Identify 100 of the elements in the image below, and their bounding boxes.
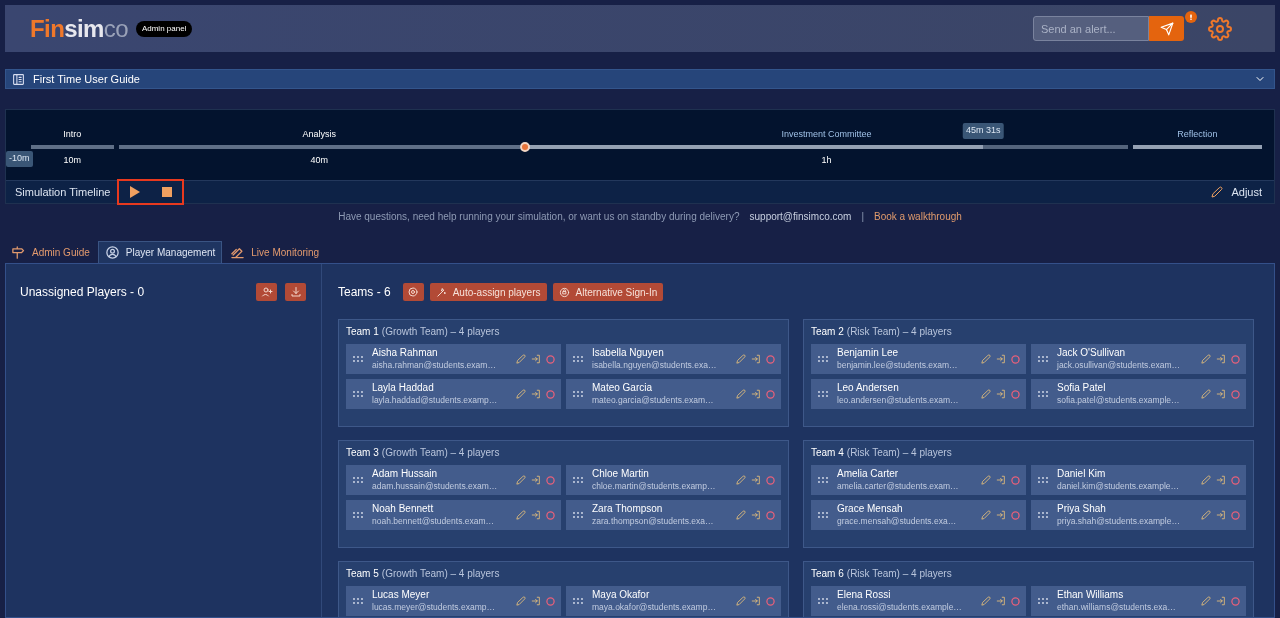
player-card[interactable]: Priya Shah priya.shah@students.example…: [1031, 500, 1246, 530]
player-card[interactable]: Zara Thompson zara.thompson@students.exa…: [566, 500, 781, 530]
edit-icon[interactable]: [981, 389, 991, 399]
drag-handle-icon[interactable]: [573, 512, 583, 518]
player-card[interactable]: Mateo Garcia mateo.garcia@students.exam…: [566, 379, 781, 409]
player-card[interactable]: Jack O'Sullivan jack.osullivan@students.exam…: [1031, 344, 1246, 374]
player-card[interactable]: Leo Andersen leo.andersen@students.exam…: [811, 379, 1026, 409]
stop-button[interactable]: [162, 187, 173, 197]
drag-handle-icon[interactable]: [1038, 512, 1048, 518]
edit-icon[interactable]: [1201, 596, 1211, 606]
sign-in-icon[interactable]: [531, 475, 541, 485]
sign-in-icon[interactable]: [1216, 389, 1226, 399]
player-card[interactable]: Noah Bennett noah.bennett@students.exam…: [346, 500, 561, 530]
drag-handle-icon[interactable]: [573, 477, 583, 483]
edit-icon[interactable]: [1201, 475, 1211, 485]
edit-icon[interactable]: [736, 354, 746, 364]
team-action-button[interactable]: Auto-assign players: [429, 283, 547, 301]
player-card[interactable]: Grace Mensah grace.mensah@students.exa…: [811, 500, 1026, 530]
settings-button[interactable]: [402, 283, 424, 301]
settings-icon[interactable]: [1208, 16, 1232, 41]
player-card[interactable]: Lucas Meyer lucas.meyer@students.examp…: [346, 586, 561, 616]
player-name: Priya Shah: [1057, 503, 1107, 515]
sign-in-icon[interactable]: [751, 510, 761, 520]
drag-handle-icon[interactable]: [818, 598, 828, 604]
guide-bar[interactable]: First Time User Guide: [5, 69, 1275, 89]
edit-icon[interactable]: [516, 596, 526, 606]
player-card[interactable]: Chloe Martin chloe.martin@students.examp…: [566, 465, 781, 495]
drag-handle-icon[interactable]: [818, 391, 828, 397]
sign-in-icon[interactable]: [751, 389, 761, 399]
drag-handle-icon[interactable]: [1038, 391, 1048, 397]
playhead[interactable]: [520, 142, 531, 152]
sign-in-icon[interactable]: [996, 354, 1006, 364]
sign-in-icon[interactable]: [996, 389, 1006, 399]
player-card[interactable]: Adam Hussain adam.hussain@students.exam…: [346, 465, 561, 495]
adjust-button[interactable]: Adjust: [1211, 183, 1262, 201]
sign-in-icon[interactable]: [751, 354, 761, 364]
sign-in-icon[interactable]: [996, 475, 1006, 485]
drag-handle-icon[interactable]: [573, 391, 583, 397]
player-card[interactable]: Elena Rossi elena.rossi@students.example…: [811, 586, 1026, 616]
drag-handle-icon[interactable]: [1038, 477, 1048, 483]
sign-in-icon[interactable]: [1216, 510, 1226, 520]
player-card[interactable]: Isabella Nguyen isabella.nguyen@students.exa…: [566, 344, 781, 374]
tab[interactable]: Player Management: [97, 241, 223, 263]
edit-icon[interactable]: [981, 475, 991, 485]
sign-in-icon[interactable]: [751, 475, 761, 485]
drag-handle-icon[interactable]: [818, 477, 828, 483]
drag-handle-icon[interactable]: [1038, 598, 1048, 604]
edit-icon[interactable]: [516, 475, 526, 485]
edit-icon[interactable]: [516, 354, 526, 364]
drag-handle-icon[interactable]: [1038, 356, 1048, 362]
walkthrough-link[interactable]: Book a walkthrough: [874, 208, 962, 224]
team-action-button[interactable]: Alternative Sign-In: [552, 283, 664, 301]
edit-icon[interactable]: [736, 389, 746, 399]
sign-in-icon[interactable]: [996, 510, 1006, 520]
edit-icon[interactable]: [1201, 354, 1211, 364]
player-card[interactable]: Amelia Carter amelia.carter@students.exam…: [811, 465, 1026, 495]
edit-icon[interactable]: [1201, 389, 1211, 399]
sign-in-icon[interactable]: [1216, 475, 1226, 485]
edit-icon[interactable]: [981, 510, 991, 520]
tab[interactable]: Admin Guide: [5, 241, 96, 263]
edit-icon[interactable]: [981, 596, 991, 606]
drag-handle-icon[interactable]: [353, 512, 363, 518]
add-player-button[interactable]: [256, 283, 277, 301]
edit-icon[interactable]: [981, 354, 991, 364]
edit-icon[interactable]: [516, 510, 526, 520]
player-card[interactable]: Layla Haddad layla.haddad@students.examp…: [346, 379, 561, 409]
tab[interactable]: Live Monitoring: [224, 241, 326, 263]
edit-icon[interactable]: [736, 510, 746, 520]
download-button[interactable]: [285, 283, 306, 301]
sign-in-icon[interactable]: [531, 510, 541, 520]
support-email-link[interactable]: support@finsimco.com: [749, 208, 852, 224]
sign-in-icon[interactable]: [531, 354, 541, 364]
drag-handle-icon[interactable]: [818, 356, 828, 362]
edit-icon[interactable]: [1201, 510, 1211, 520]
player-card[interactable]: Daniel Kim daniel.kim@students.example…: [1031, 465, 1246, 495]
player-card[interactable]: Maya Okafor maya.okafor@students.examp…: [566, 586, 781, 616]
edit-icon[interactable]: [516, 389, 526, 399]
drag-handle-icon[interactable]: [573, 356, 583, 362]
status-circle-icon: [766, 354, 775, 364]
player-card[interactable]: Ethan Williams ethan.williams@students.exa…: [1031, 586, 1246, 616]
player-card[interactable]: Benjamin Lee benjamin.lee@students.exam…: [811, 344, 1026, 374]
drag-handle-icon[interactable]: [353, 598, 363, 604]
edit-icon[interactable]: [736, 475, 746, 485]
drag-handle-icon[interactable]: [353, 391, 363, 397]
sign-in-icon[interactable]: [531, 389, 541, 399]
player-card[interactable]: Aisha Rahman aisha.rahman@students.exam…: [346, 344, 561, 374]
drag-handle-icon[interactable]: [818, 512, 828, 518]
sign-in-icon[interactable]: [996, 596, 1006, 606]
edit-icon[interactable]: [736, 596, 746, 606]
drag-handle-icon[interactable]: [353, 356, 363, 362]
drag-handle-icon[interactable]: [353, 477, 363, 483]
sign-in-icon[interactable]: [751, 596, 761, 606]
sign-in-icon[interactable]: [1216, 596, 1226, 606]
play-button[interactable]: [129, 186, 141, 198]
player-card[interactable]: Sofia Patel sofia.patel@students.example…: [1031, 379, 1246, 409]
alert-field[interactable]: Send an alert...: [1033, 16, 1149, 41]
sign-in-icon[interactable]: [531, 596, 541, 606]
drag-handle-icon[interactable]: [573, 598, 583, 604]
sign-in-icon[interactable]: [1216, 354, 1226, 364]
send-button[interactable]: [1149, 16, 1184, 41]
